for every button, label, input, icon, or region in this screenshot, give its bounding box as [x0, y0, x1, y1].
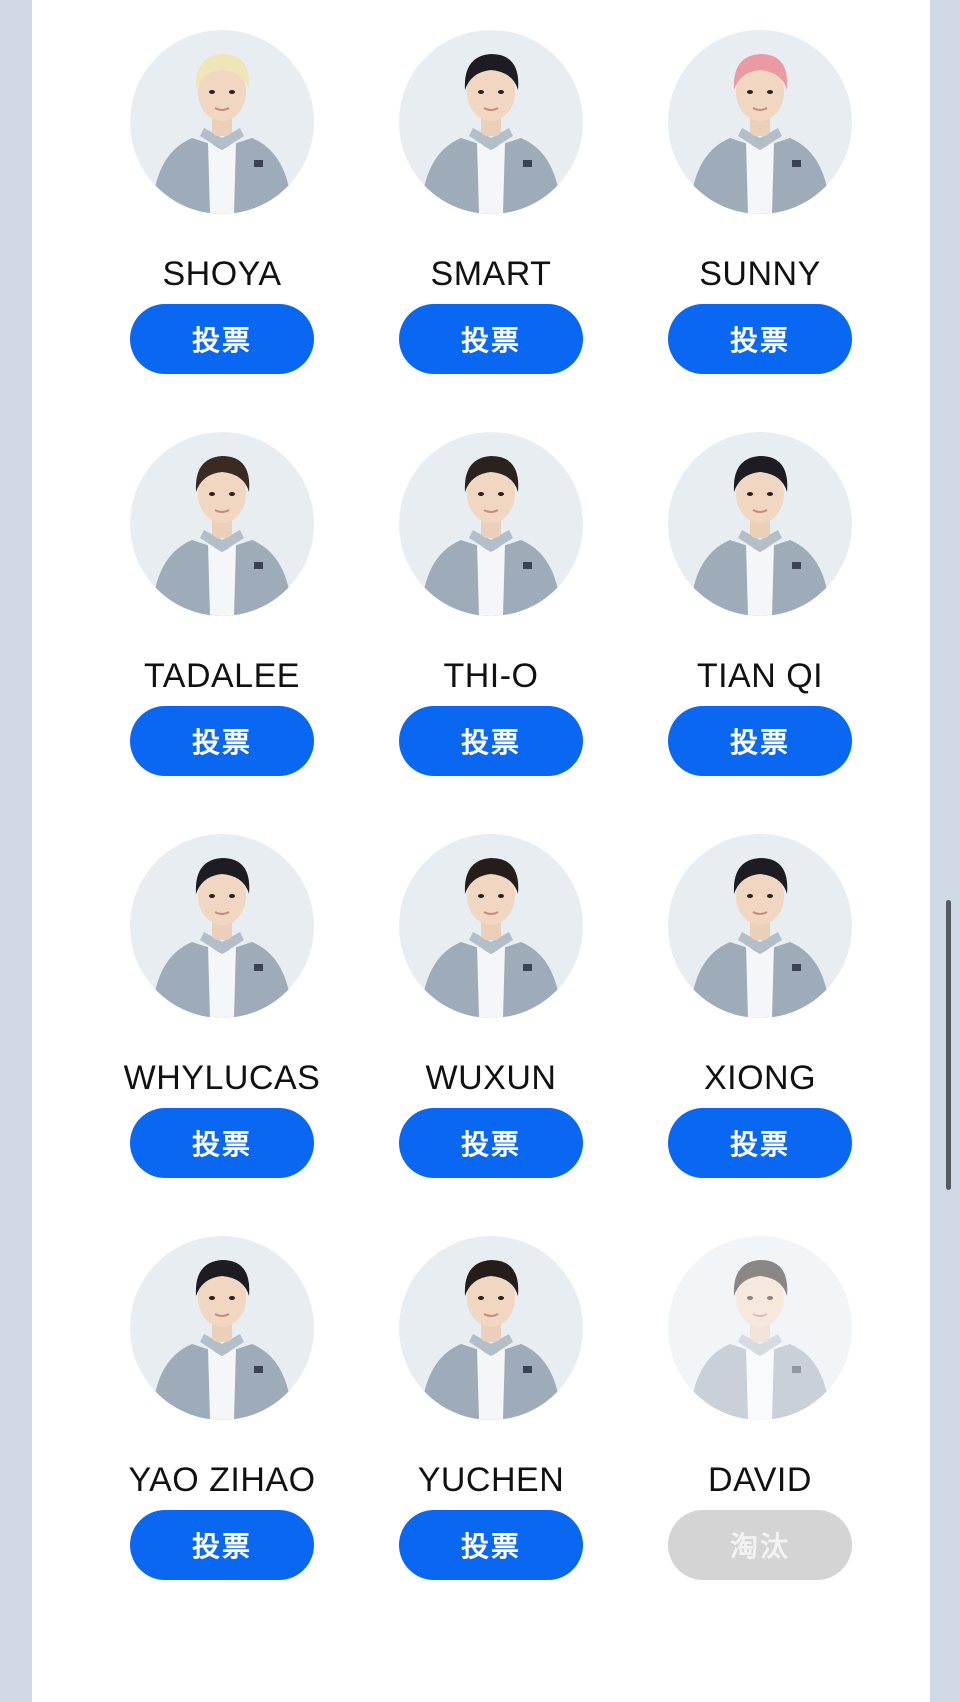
contestant-card-yuchen: YUCHEN 投票	[341, 1236, 641, 1596]
contestant-card-whylucas: WHYLUCAS 投票	[72, 834, 372, 1194]
contestant-name: SHOYA	[162, 255, 282, 293]
contestant-avatar	[130, 834, 314, 1018]
contestant-card-sunny: SUNNY 投票	[610, 30, 910, 390]
contestant-card-yao-zihao: YAO ZIHAO 投票	[72, 1236, 372, 1596]
contestant-panel: SHOYA 投票 SMART 投票 SUNNY 投票 TADALEE 投票 TH…	[32, 0, 930, 1702]
vote-button[interactable]: 投票	[668, 304, 852, 374]
contestant-name: YUCHEN	[417, 1461, 565, 1499]
contestant-name: WUXUN	[425, 1059, 557, 1097]
avatar-portrait	[690, 456, 830, 616]
contestant-card-tadalee: TADALEE 投票	[72, 432, 372, 792]
contestant-card-tian-qi: TIAN QI 投票	[610, 432, 910, 792]
contestant-avatar	[668, 30, 852, 214]
contestant-avatar	[130, 30, 314, 214]
vote-button[interactable]: 投票	[130, 1108, 314, 1178]
contestant-name: THI-O	[443, 657, 539, 695]
contestant-name: SUNNY	[699, 255, 821, 293]
contestant-avatar	[668, 834, 852, 1018]
scrollbar-thumb[interactable]	[946, 900, 951, 1190]
contestant-avatar	[399, 432, 583, 616]
contestant-avatar	[668, 432, 852, 616]
contestant-card-wuxun: WUXUN 投票	[341, 834, 641, 1194]
contestant-avatar	[399, 834, 583, 1018]
avatar-portrait	[152, 54, 292, 214]
contestant-name: XIONG	[703, 1059, 817, 1097]
contestant-card-david: DAVID 淘汰	[610, 1236, 910, 1596]
contestant-card-thi-o: THI-O 投票	[341, 432, 641, 792]
avatar-portrait	[421, 1260, 561, 1420]
contestant-name: TADALEE	[144, 657, 300, 695]
contestant-avatar	[399, 30, 583, 214]
contestant-avatar	[130, 432, 314, 616]
vote-button[interactable]: 投票	[399, 1510, 583, 1580]
avatar-portrait	[690, 858, 830, 1018]
vote-button[interactable]: 投票	[668, 1108, 852, 1178]
vote-button[interactable]: 投票	[399, 1108, 583, 1178]
scrollbar-track[interactable]	[944, 0, 952, 1702]
avatar-portrait	[421, 456, 561, 616]
avatar-portrait	[421, 54, 561, 214]
contestant-card-shoya: SHOYA 投票	[72, 30, 372, 390]
avatar-portrait	[690, 1260, 830, 1420]
vote-button[interactable]: 投票	[399, 304, 583, 374]
contestant-name: TIAN QI	[696, 657, 824, 695]
avatar-portrait	[421, 858, 561, 1018]
contestant-name: DAVID	[708, 1461, 812, 1499]
contestant-avatar	[130, 1236, 314, 1420]
contestant-name: WHYLUCAS	[123, 1059, 321, 1097]
contestant-name: YAO ZIHAO	[128, 1461, 316, 1499]
vote-button[interactable]: 投票	[668, 706, 852, 776]
contestant-name: SMART	[430, 255, 552, 293]
avatar-portrait	[152, 858, 292, 1018]
contestant-card-xiong: XIONG 投票	[610, 834, 910, 1194]
contestant-card-smart: SMART 投票	[341, 30, 641, 390]
vote-button[interactable]: 投票	[130, 304, 314, 374]
avatar-portrait	[690, 54, 830, 214]
eliminated-button: 淘汰	[668, 1510, 852, 1580]
vote-button[interactable]: 投票	[130, 706, 314, 776]
contestant-avatar	[668, 1236, 852, 1420]
avatar-portrait	[152, 456, 292, 616]
contestant-avatar	[399, 1236, 583, 1420]
vote-button[interactable]: 投票	[399, 706, 583, 776]
vote-button[interactable]: 投票	[130, 1510, 314, 1580]
avatar-portrait	[152, 1260, 292, 1420]
